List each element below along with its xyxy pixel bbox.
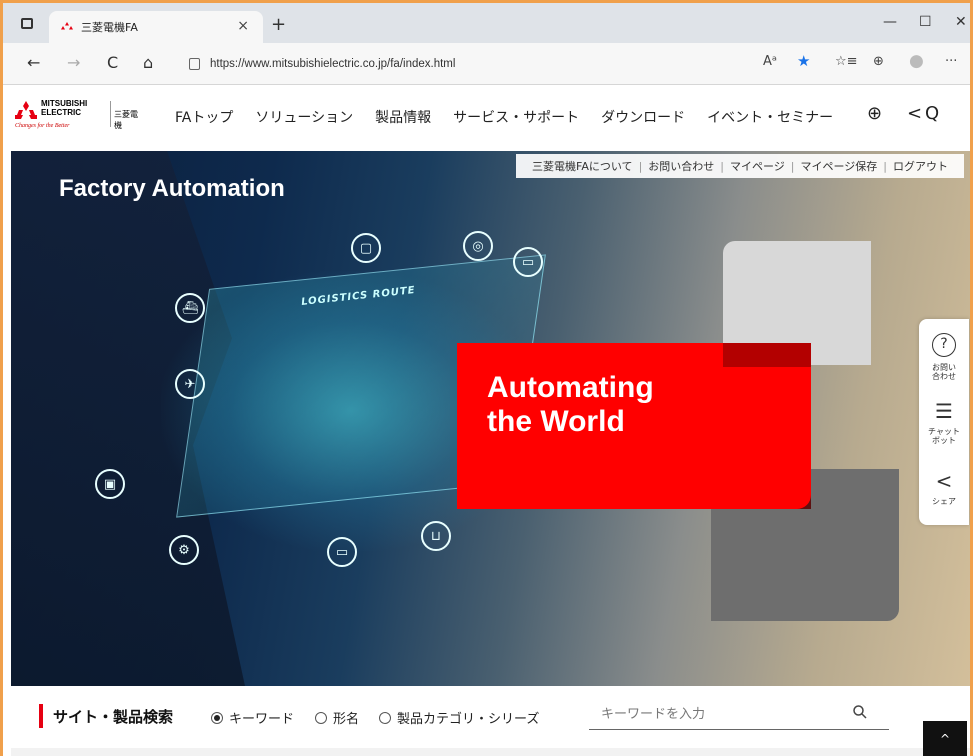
favorite-star-icon[interactable]: ★	[797, 52, 810, 70]
nav-events-seminars[interactable]: イベント・セミナー	[707, 107, 833, 127]
hero-tagline: Automating the World	[487, 371, 654, 439]
lock-circle-icon: ◎	[463, 231, 493, 261]
radio-keyword-dot[interactable]	[211, 711, 223, 724]
lock-icon	[189, 58, 200, 70]
radio-category-series-dot[interactable]	[379, 711, 391, 724]
site-header: MITSUBISHI ELECTRIC Changes for the Bett…	[3, 85, 970, 151]
cart-icon: ⊔	[421, 521, 451, 551]
inquiry-label: お問い合わせ	[932, 363, 956, 381]
favorites-icon[interactable]: ☆≡	[835, 54, 858, 69]
radio-keyword[interactable]: キーワード	[211, 708, 294, 727]
crate-icon: ▢	[351, 233, 381, 263]
nav-download[interactable]: ダウンロード	[601, 107, 685, 127]
logo-tagline: Changes for the Better	[15, 123, 70, 129]
radio-keyword-label: キーワード	[229, 712, 295, 727]
home-button[interactable]: ⌂	[143, 53, 153, 72]
three-diamonds-icon	[15, 101, 37, 119]
chat-icon: ☰	[935, 399, 953, 423]
search-icon[interactable]: Q	[925, 103, 939, 124]
share-label: シェア	[932, 497, 956, 506]
reload-button[interactable]: C	[107, 53, 118, 72]
logo-divider	[110, 101, 111, 127]
radio-model-name-label: 形名	[333, 712, 360, 727]
logo-line2: ELECTRIC	[41, 108, 81, 117]
global-nav: FAトップ ソリューション 製品情報 サービス・サポート ダウンロード イベント…	[175, 107, 855, 127]
favicon-icon	[61, 21, 73, 29]
address-bar: ← → C ⌂ https://www.mitsubishielectric.c…	[3, 43, 970, 85]
site-search-bar: サイト・製品検索 キーワード 形名 製品カテゴリ・シリーズ	[11, 686, 970, 748]
tagline-line1: Automating	[487, 371, 654, 404]
question-icon: ?	[932, 333, 956, 357]
heading-accent-bar	[39, 704, 43, 728]
logo-line1: MITSUBISHI	[41, 99, 88, 108]
search-heading: サイト・製品検索	[53, 708, 174, 726]
radio-category-series[interactable]: 製品カテゴリ・シリーズ	[379, 708, 539, 727]
collections-icon[interactable]: ⊕	[873, 54, 884, 69]
nav-fa-top[interactable]: FAトップ	[175, 107, 233, 127]
plane-icon: ✈	[175, 369, 205, 399]
hero-banner: LOGISTICS ROUTE ▢ ◎ ▭ ⛴ ✈ ▣ ⚙ ▭ ⊔ Factor…	[11, 151, 970, 686]
tab-bar: 三菱電機FA × + — ☐ ✕	[3, 3, 970, 43]
minimize-button[interactable]: —	[883, 14, 897, 30]
inquiry-button[interactable]: ? お問い合わせ	[919, 333, 969, 381]
utility-links: 三菱電機FAについて | お問い合わせ | マイページ | マイページ保存 | …	[516, 154, 964, 178]
chatbot-label: チャットボット	[928, 427, 960, 445]
tab-title: 三菱電機FA	[81, 21, 138, 34]
decor-dark-red-strip	[723, 343, 811, 367]
chatbot-button[interactable]: ☰ チャットボット	[919, 399, 969, 445]
link-mypage[interactable]: マイページ	[724, 158, 791, 174]
bus-icon: ▭	[327, 537, 357, 567]
chevron-left-icon[interactable]: <	[907, 103, 922, 124]
new-tab-button[interactable]: +	[271, 14, 286, 35]
share-button[interactable]: < シェア	[919, 469, 969, 506]
close-window-button[interactable]: ✕	[955, 14, 967, 30]
nav-products[interactable]: 製品情報	[375, 107, 431, 127]
tab-actions-icon[interactable]	[21, 18, 33, 29]
ship-icon: ⛴	[175, 293, 205, 323]
profile-avatar[interactable]: ●	[909, 51, 924, 71]
hero-tagline-box: Automating the World	[457, 343, 811, 509]
radio-model-name[interactable]: 形名	[315, 708, 359, 727]
search-submit-icon[interactable]	[853, 704, 867, 723]
back-to-top-button[interactable]: ^	[923, 721, 967, 756]
nav-solutions[interactable]: ソリューション	[255, 107, 353, 127]
tab-active[interactable]: 三菱電機FA ×	[49, 11, 263, 43]
share-icon: <	[935, 469, 953, 493]
logo-text: MITSUBISHI ELECTRIC	[41, 99, 87, 117]
truck-icon: ▭	[513, 247, 543, 277]
nav-service-support[interactable]: サービス・サポート	[453, 107, 579, 127]
link-contact[interactable]: お問い合わせ	[642, 158, 720, 174]
radio-category-series-label: 製品カテゴリ・シリーズ	[397, 712, 540, 727]
globe-icon[interactable]: ⊕	[867, 103, 882, 124]
robot-arm-icon: ⚙	[169, 535, 199, 565]
browser-window: 三菱電機FA × + — ☐ ✕ ← → C ⌂ https://www.mit…	[0, 0, 973, 756]
mitsubishi-logo[interactable]: MITSUBISHI ELECTRIC Changes for the Bett…	[15, 99, 145, 135]
logo-japanese-name: 三菱電機	[114, 110, 138, 130]
read-aloud-icon[interactable]: Aᵃ	[763, 54, 777, 69]
tagline-line2: the World	[487, 405, 625, 438]
maximize-button[interactable]: ☐	[919, 14, 932, 30]
link-logout[interactable]: ログアウト	[887, 158, 954, 174]
link-about-fa[interactable]: 三菱電機FAについて	[526, 158, 639, 174]
tab-close-icon[interactable]: ×	[237, 18, 249, 34]
forward-button[interactable]: →	[67, 53, 80, 72]
url-text: https://www.mitsubishielectric.co.jp/fa/…	[210, 58, 456, 70]
hero-title: Factory Automation	[59, 175, 285, 202]
page-bottom-strip	[11, 748, 970, 756]
side-float-menu: ? お問い合わせ ☰ チャットボット < シェア	[919, 319, 969, 525]
train-icon: ▣	[95, 469, 125, 499]
back-button[interactable]: ←	[27, 53, 40, 72]
keyword-search-input[interactable]	[589, 700, 889, 730]
radio-model-name-dot[interactable]	[315, 711, 327, 724]
link-mypage-save[interactable]: マイページ保存	[795, 158, 884, 174]
more-menu-icon[interactable]: ···	[945, 54, 957, 69]
